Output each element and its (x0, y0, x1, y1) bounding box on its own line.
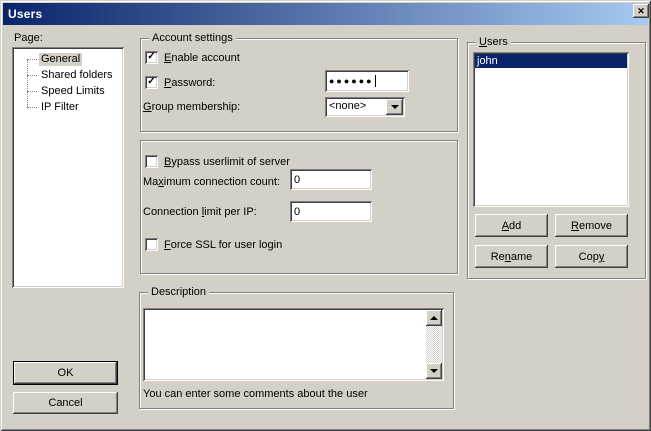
remove-button[interactable]: Remove (555, 214, 628, 237)
list-item-john[interactable]: john (475, 54, 627, 68)
users-group-title: Users (476, 36, 511, 49)
add-button[interactable]: Add (475, 214, 548, 237)
ok-label: OK (58, 367, 74, 379)
text-caret (375, 75, 376, 87)
page-label: Page: (14, 32, 43, 45)
rename-label: Rename (491, 251, 533, 263)
cancel-label: Cancel (48, 397, 82, 409)
enable-account-label: Enable account (164, 52, 240, 65)
tree-item-label: Shared folders (39, 69, 115, 82)
description-textarea[interactable] (143, 308, 444, 381)
chevron-down-icon (391, 105, 399, 109)
page-tree[interactable]: General Shared folders Speed Limits IP F… (12, 47, 124, 288)
tree-item-general[interactable]: General (12, 51, 124, 67)
checkmark-icon: ✓ (147, 77, 155, 87)
tree-item-speed-limits[interactable]: Speed Limits (12, 83, 124, 99)
close-icon: ✕ (637, 7, 645, 16)
vertical-scrollbar[interactable] (426, 310, 442, 379)
checkmark-icon: ✓ (147, 52, 155, 62)
description-hint: You can enter some comments about the us… (143, 388, 368, 401)
enable-account-checkbox[interactable]: ✓ (145, 51, 158, 64)
password-input[interactable]: ●●●●●● (325, 70, 409, 92)
ok-button[interactable]: OK (13, 361, 118, 385)
user-name: john (477, 55, 498, 67)
password-checkbox[interactable]: ✓ (145, 76, 158, 89)
copy-label: Copy (579, 251, 605, 263)
password-label: Password: (164, 77, 215, 90)
copy-button[interactable]: Copy (555, 245, 628, 268)
max-connection-input[interactable]: 0 (290, 169, 372, 190)
max-connection-label: Maximum connection count: (143, 176, 280, 189)
tree-item-label: IP Filter (39, 101, 81, 114)
password-value: ●●●●●● (329, 76, 374, 86)
ip-limit-input[interactable]: 0 (290, 201, 372, 222)
account-settings-title: Account settings (149, 32, 236, 45)
ip-limit-value: 0 (294, 206, 300, 218)
group-membership-label: Group membership: (143, 101, 240, 114)
tree-item-ip-filter[interactable]: IP Filter (12, 99, 124, 115)
triangle-down-icon (430, 369, 438, 373)
window-title: Users (3, 7, 42, 21)
max-connection-value: 0 (294, 174, 300, 186)
force-ssl-checkbox[interactable]: ✓ (145, 238, 158, 251)
close-button[interactable]: ✕ (633, 4, 649, 18)
title-bar[interactable]: Users (3, 3, 648, 25)
remove-label: Remove (571, 220, 612, 232)
group-membership-value: <none> (329, 100, 366, 113)
add-label: Add (502, 220, 522, 232)
description-title: Description (148, 286, 209, 299)
bypass-userlimit-label: Bypass userlimit of server (164, 156, 290, 169)
users-dialog: Users ✕ Page: General Shared folders Spe… (0, 0, 651, 431)
rename-button[interactable]: Rename (475, 245, 548, 268)
users-listbox[interactable]: john (473, 52, 629, 207)
tree-item-label: General (39, 53, 82, 66)
triangle-up-icon (430, 316, 438, 320)
bypass-userlimit-checkbox[interactable]: ✓ (145, 155, 158, 168)
scroll-up-button[interactable] (426, 310, 442, 326)
ip-limit-label: Connection limit per IP: (143, 206, 257, 219)
tree-item-label: Speed Limits (39, 85, 107, 98)
dropdown-button[interactable] (386, 99, 403, 115)
cancel-button[interactable]: Cancel (13, 392, 118, 414)
group-membership-select[interactable]: <none> (325, 97, 405, 117)
tree-item-shared-folders[interactable]: Shared folders (12, 67, 124, 83)
scroll-down-button[interactable] (426, 363, 442, 379)
force-ssl-label: Force SSL for user login (164, 239, 282, 252)
